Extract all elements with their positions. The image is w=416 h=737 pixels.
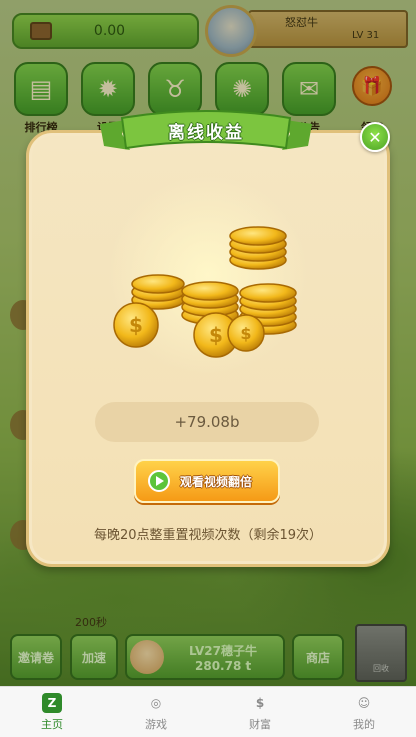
coin-pile-image: $ $ $ xyxy=(108,175,308,375)
svg-text:$: $ xyxy=(240,324,251,343)
home-icon: Z xyxy=(42,692,62,713)
watch-video-double-button[interactable]: 观看视频翻倍 xyxy=(134,459,280,503)
play-icon xyxy=(148,470,170,492)
gamepad-icon: ◎ xyxy=(150,695,162,710)
svg-text:$: $ xyxy=(129,313,143,337)
tab-label: 我的 xyxy=(353,717,375,731)
money-bag-icon: $ xyxy=(255,695,265,710)
tab-profile[interactable]: ☺ 我的 xyxy=(312,687,416,737)
earnings-amount-value: +79.08b xyxy=(174,413,240,431)
watch-video-label: 观看视频翻倍 xyxy=(180,474,253,489)
profile-icon: ☺ xyxy=(357,695,371,710)
tab-home[interactable]: Z 主页 xyxy=(0,687,104,737)
svg-text:$: $ xyxy=(209,323,223,347)
close-icon: ✕ xyxy=(368,127,382,147)
bottom-tab-bar: Z 主页 ◎ 游戏 $ 财富 ☺ 我的 xyxy=(0,686,416,737)
tab-label: 主页 xyxy=(41,717,63,731)
earnings-amount: +79.08b xyxy=(95,402,319,442)
tab-label: 财富 xyxy=(249,717,271,731)
dialog-title: 离线收益 xyxy=(168,123,244,143)
video-reset-note: 每晚20点整重置视频次数（剩余19次） xyxy=(93,528,323,543)
tab-games[interactable]: ◎ 游戏 xyxy=(104,687,208,737)
close-button[interactable]: ✕ xyxy=(360,122,390,152)
tab-wealth[interactable]: $ 财富 xyxy=(208,687,312,737)
tab-label: 游戏 xyxy=(145,717,167,731)
